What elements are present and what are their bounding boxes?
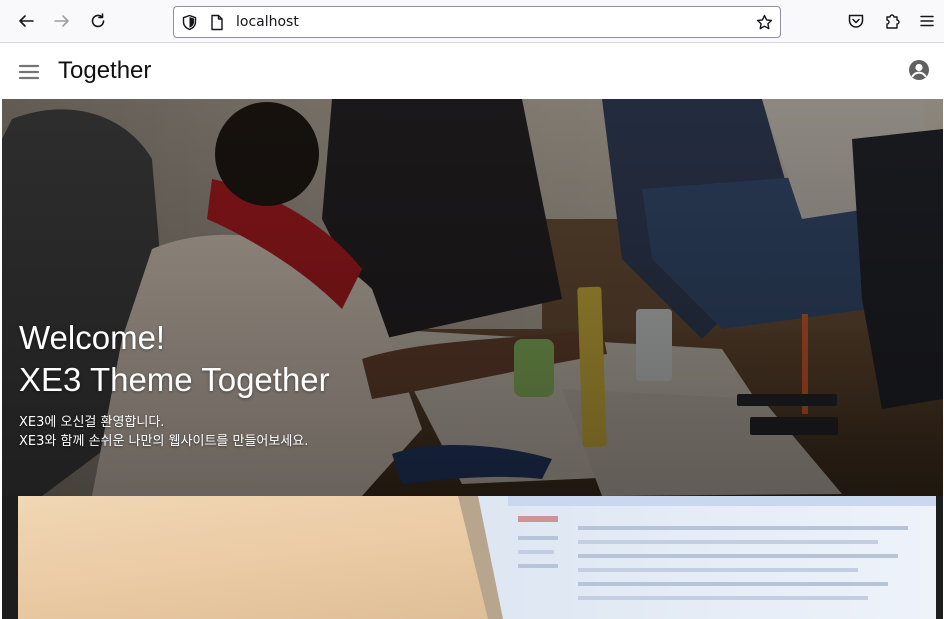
browser-toolbar: localhost — [0, 0, 944, 43]
extensions-button[interactable] — [877, 6, 907, 36]
back-button[interactable] — [11, 6, 41, 36]
back-arrow-icon — [19, 15, 34, 27]
feature-card-image[interactable] — [18, 496, 936, 619]
reload-icon — [91, 13, 105, 28]
forward-arrow-icon — [54, 15, 69, 27]
hero-heading-line1: Welcome! — [19, 319, 166, 356]
pocket-icon — [848, 14, 864, 28]
hero-text: Welcome! XE3 Theme Together XE3에 오신걸 환영합… — [19, 317, 330, 451]
shield-icon[interactable] — [181, 14, 198, 31]
reload-button[interactable] — [83, 6, 113, 36]
pocket-button[interactable] — [841, 6, 871, 36]
menu-toggle-button[interactable] — [16, 60, 42, 84]
account-button[interactable] — [907, 58, 931, 82]
web-page: Together Welcome! XE3 Theme Together XE3… — [2, 44, 943, 619]
url-bar[interactable]: localhost — [173, 6, 781, 38]
user-account-icon — [909, 60, 929, 80]
hamburger-icon — [18, 64, 40, 80]
hero-subtitle-line1: XE3에 오신걸 환영합니다. — [19, 415, 165, 430]
forward-button[interactable] — [47, 6, 77, 36]
star-icon[interactable] — [756, 14, 773, 31]
menu-icon — [920, 15, 934, 27]
hero-heading-line2: XE3 Theme Together — [19, 361, 330, 398]
site-title[interactable]: Together — [58, 57, 151, 85]
site-header: Together — [2, 44, 943, 99]
app-menu-button[interactable] — [912, 6, 942, 36]
url-text[interactable]: localhost — [236, 14, 299, 30]
hero-subtitle: XE3에 오신걸 환영합니다. XE3와 함께 손쉬운 나만의 웹사이트를 만들… — [19, 413, 330, 451]
extensions-icon — [886, 14, 900, 29]
content-section — [2, 496, 943, 619]
hero-banner: Welcome! XE3 Theme Together XE3에 오신걸 환영합… — [2, 99, 943, 496]
laptop-photo — [18, 496, 936, 619]
page-icon — [211, 14, 223, 31]
hero-subtitle-line2: XE3와 함께 손쉬운 나만의 웹사이트를 만들어보세요. — [19, 434, 309, 449]
